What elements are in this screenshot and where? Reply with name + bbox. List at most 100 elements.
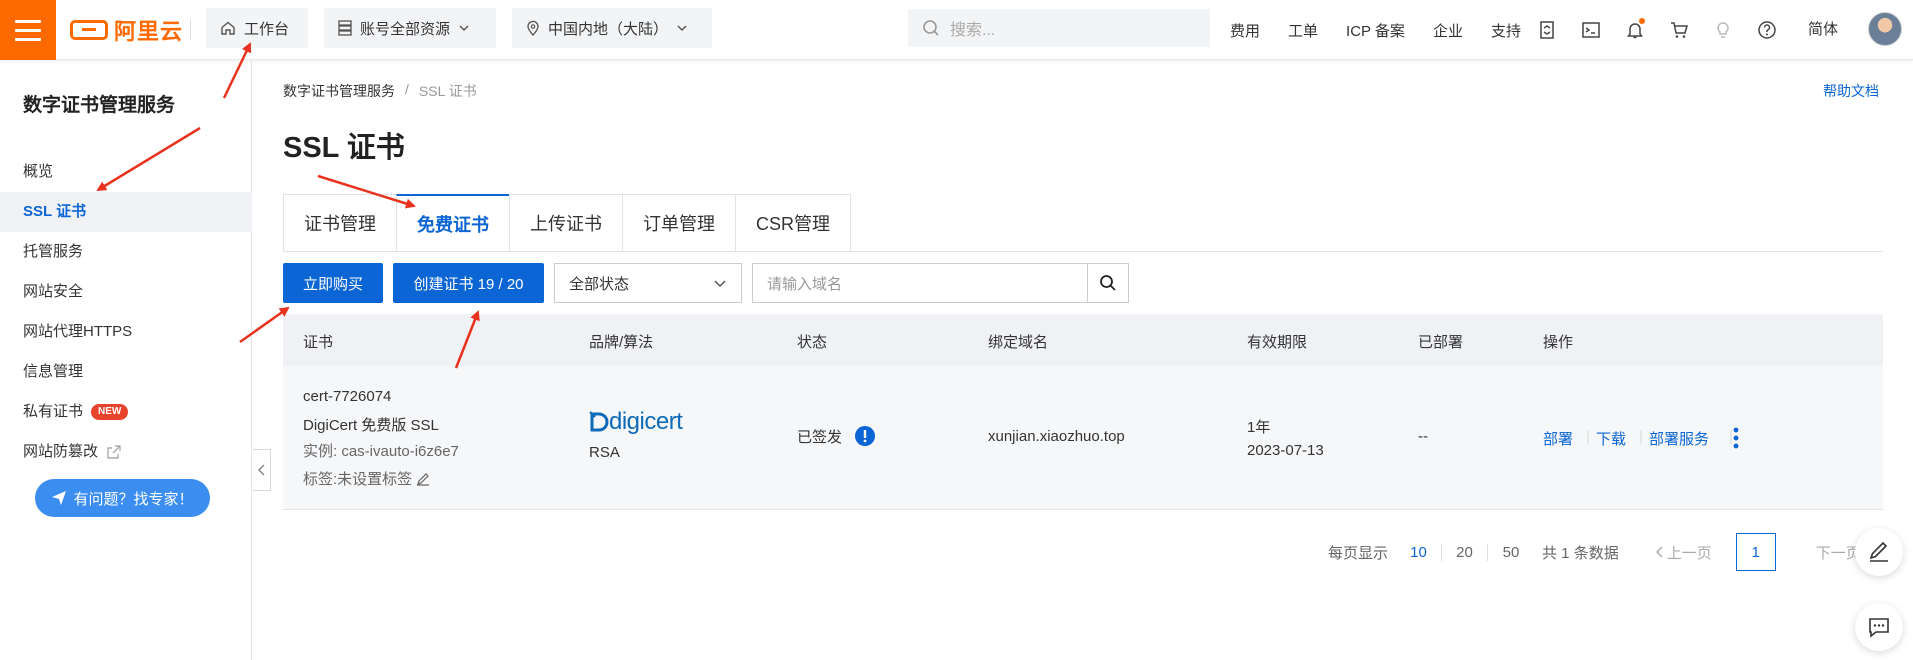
sidebar-item-site-security[interactable]: 网站安全: [0, 272, 252, 312]
page-size-option[interactable]: 50: [1488, 544, 1534, 561]
status-label: 已签发: [797, 428, 843, 446]
bell-icon[interactable]: [1623, 18, 1647, 42]
page-size-option[interactable]: 10: [1396, 543, 1443, 561]
sidebar-item-https-proxy[interactable]: 网站代理HTTPS: [0, 312, 252, 352]
per-page-label: 每页显示: [1328, 544, 1389, 562]
digicert-mark-icon: [589, 411, 609, 432]
digicert-logo: digicert: [589, 408, 683, 436]
aliyun-logo-mark: [70, 20, 108, 40]
column-header-actions: 操作: [1543, 334, 1574, 351]
tab-order-management[interactable]: 订单管理: [622, 194, 735, 252]
help-icon[interactable]: [1755, 18, 1779, 42]
cert-instance-link[interactable]: 实例: cas-ivauto-i6z6e7: [303, 440, 459, 461]
sidebar-item-overview[interactable]: 概览: [0, 152, 252, 192]
sidebar-item-label: 网站防篡改: [23, 443, 99, 460]
domain-search-button[interactable]: [1087, 263, 1129, 303]
resources-dropdown[interactable]: 账号全部资源: [324, 8, 496, 48]
sidebar-item-tamper-protection[interactable]: 网站防篡改: [0, 432, 252, 472]
column-header-deployed: 已部署: [1418, 334, 1464, 351]
lightbulb-icon[interactable]: [1711, 18, 1735, 42]
terminal-icon[interactable]: [1579, 18, 1603, 42]
sidebar-item-ssl[interactable]: SSL 证书: [0, 192, 252, 232]
next-page-button[interactable]: 下一页: [1816, 542, 1861, 563]
column-header-status: 状态: [797, 334, 828, 351]
sidebar-item-label: 概览: [23, 163, 54, 180]
column-header-validity: 有效期限: [1247, 334, 1308, 351]
region-dropdown[interactable]: 中国内地（大陆）: [512, 8, 712, 48]
action-deploy-link[interactable]: 部署: [1543, 428, 1573, 449]
chevron-down-icon: [677, 25, 687, 32]
workbench-label: 工作台: [244, 20, 290, 38]
feedback-edit-button[interactable]: [1855, 528, 1903, 576]
action-download-link[interactable]: 下载: [1596, 428, 1626, 449]
search-icon: [923, 20, 939, 36]
bound-domain: xunjian.xiaozhuo.top: [988, 428, 1125, 445]
create-cert-button[interactable]: 创建证书 19 / 20: [393, 263, 544, 303]
sidebar-item-info-management[interactable]: 信息管理: [0, 352, 252, 392]
pagination: 每页显示 10 20 50 共 1 条数据 上一页 1 下一页: [1328, 530, 1861, 574]
language-switch[interactable]: 简体: [1808, 18, 1838, 39]
chevron-left-icon: [1655, 546, 1663, 558]
sidebar-collapse-button[interactable]: [253, 449, 271, 491]
status-select-value: 全部状态: [569, 275, 630, 293]
breadcrumb-separator: /: [405, 81, 409, 97]
tab-upload-cert[interactable]: 上传证书: [509, 194, 622, 252]
top-link-tickets[interactable]: 工单: [1288, 20, 1318, 41]
workbench-button[interactable]: 工作台: [206, 8, 308, 48]
prev-page-button[interactable]: 上一页: [1655, 542, 1712, 563]
sidebar-item-private-cert[interactable]: 私有证书 NEW: [0, 392, 252, 432]
column-header-brand: 品牌/算法: [589, 334, 654, 351]
sidebar-item-label: 私有证书: [23, 403, 84, 420]
top-icons: [1535, 0, 1779, 60]
sidebar-title: 数字证书管理服务: [23, 95, 176, 116]
ask-expert-button[interactable]: 有问题？找专家！: [35, 479, 210, 517]
chat-support-button[interactable]: [1855, 603, 1903, 651]
page-title: SSL 证书: [283, 132, 405, 164]
breadcrumb-item[interactable]: 数字证书管理服务: [283, 81, 395, 101]
more-vertical-icon[interactable]: [1732, 426, 1740, 450]
cart-icon[interactable]: [1667, 18, 1691, 42]
action-separator: |: [1639, 428, 1643, 445]
sidebar-item-label: 托管服务: [23, 243, 84, 260]
sidebar-item-label: SSL 证书: [23, 203, 87, 220]
api-icon[interactable]: [1535, 18, 1559, 42]
tabs: 证书管理 免费证书 上传证书 订单管理 CSR管理: [283, 194, 852, 252]
expire-date: 2023-07-13: [1247, 442, 1324, 459]
sidebar-item-managed-service[interactable]: 托管服务: [0, 232, 252, 272]
tab-cert-management[interactable]: 证书管理: [283, 194, 396, 252]
table-row: cert-7726074 DigiCert 免费版 SSL 实例: cas-iv…: [283, 366, 1883, 510]
top-link-enterprise[interactable]: 企业: [1433, 20, 1463, 41]
cert-status: 已签发: [797, 425, 876, 447]
tab-csr-management[interactable]: CSR管理: [735, 194, 852, 252]
status-select[interactable]: 全部状态: [554, 263, 742, 303]
chevron-left-icon: [257, 464, 265, 476]
hamburger-menu-icon[interactable]: [0, 0, 56, 60]
help-doc-link[interactable]: 帮助文档: [1823, 81, 1879, 101]
top-link-support[interactable]: 支持: [1491, 20, 1521, 41]
home-icon: [221, 21, 235, 35]
tab-free-cert[interactable]: 免费证书: [396, 194, 509, 252]
tabs-divider: [283, 251, 1883, 252]
cert-tag[interactable]: 标签:未设置标签: [303, 468, 430, 489]
divider: [190, 20, 191, 40]
notification-dot: [1639, 18, 1645, 24]
domain-search-input[interactable]: 请输入域名: [752, 263, 1088, 303]
breadcrumb-current: SSL 证书: [418, 83, 477, 99]
action-deploy-service-link[interactable]: 部署服务: [1649, 428, 1709, 449]
digicert-logo-text: digicert: [609, 408, 683, 435]
location-pin-icon: [527, 20, 539, 36]
search-icon: [1100, 275, 1116, 291]
page-number-current[interactable]: 1: [1735, 533, 1776, 571]
user-avatar[interactable]: [1868, 12, 1902, 46]
top-link-icp[interactable]: ICP 备案: [1346, 20, 1405, 41]
page-size-option[interactable]: 20: [1442, 543, 1489, 561]
domain-input-placeholder: 请输入域名: [767, 275, 843, 293]
global-search-input[interactable]: 搜索...: [908, 9, 1210, 47]
info-exclamation-icon[interactable]: [854, 425, 876, 447]
edit-pencil-icon: [1869, 541, 1888, 562]
buy-now-button[interactable]: 立即购买: [283, 263, 383, 303]
sidebar-item-label: 网站安全: [23, 283, 84, 300]
aliyun-logo[interactable]: 阿里云: [70, 12, 183, 48]
action-separator: |: [1586, 428, 1590, 445]
top-link-billing[interactable]: 费用: [1230, 20, 1260, 41]
